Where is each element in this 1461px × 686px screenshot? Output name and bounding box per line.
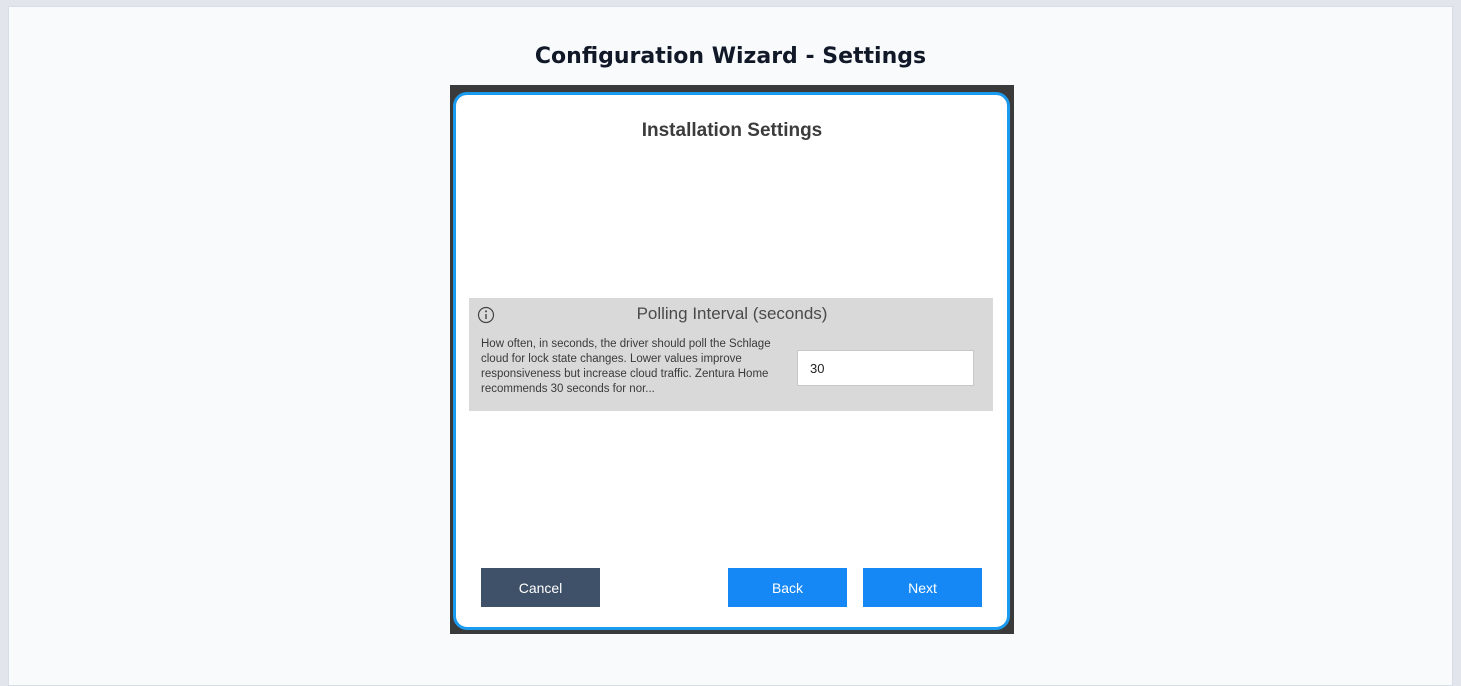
dialog-title: Installation Settings [641, 120, 823, 141]
back-button[interactable]: Back [728, 568, 847, 607]
info-icon[interactable] [477, 306, 495, 324]
cancel-button[interactable]: Cancel [481, 568, 600, 607]
polling-interval-input[interactable] [797, 350, 974, 386]
setting-title: Polling Interval (seconds) [636, 304, 828, 323]
page-title: Configuration Wizard - Settings [534, 44, 927, 69]
next-button[interactable]: Next [863, 568, 982, 607]
setting-description: How often, in seconds, the driver should… [481, 338, 771, 395]
